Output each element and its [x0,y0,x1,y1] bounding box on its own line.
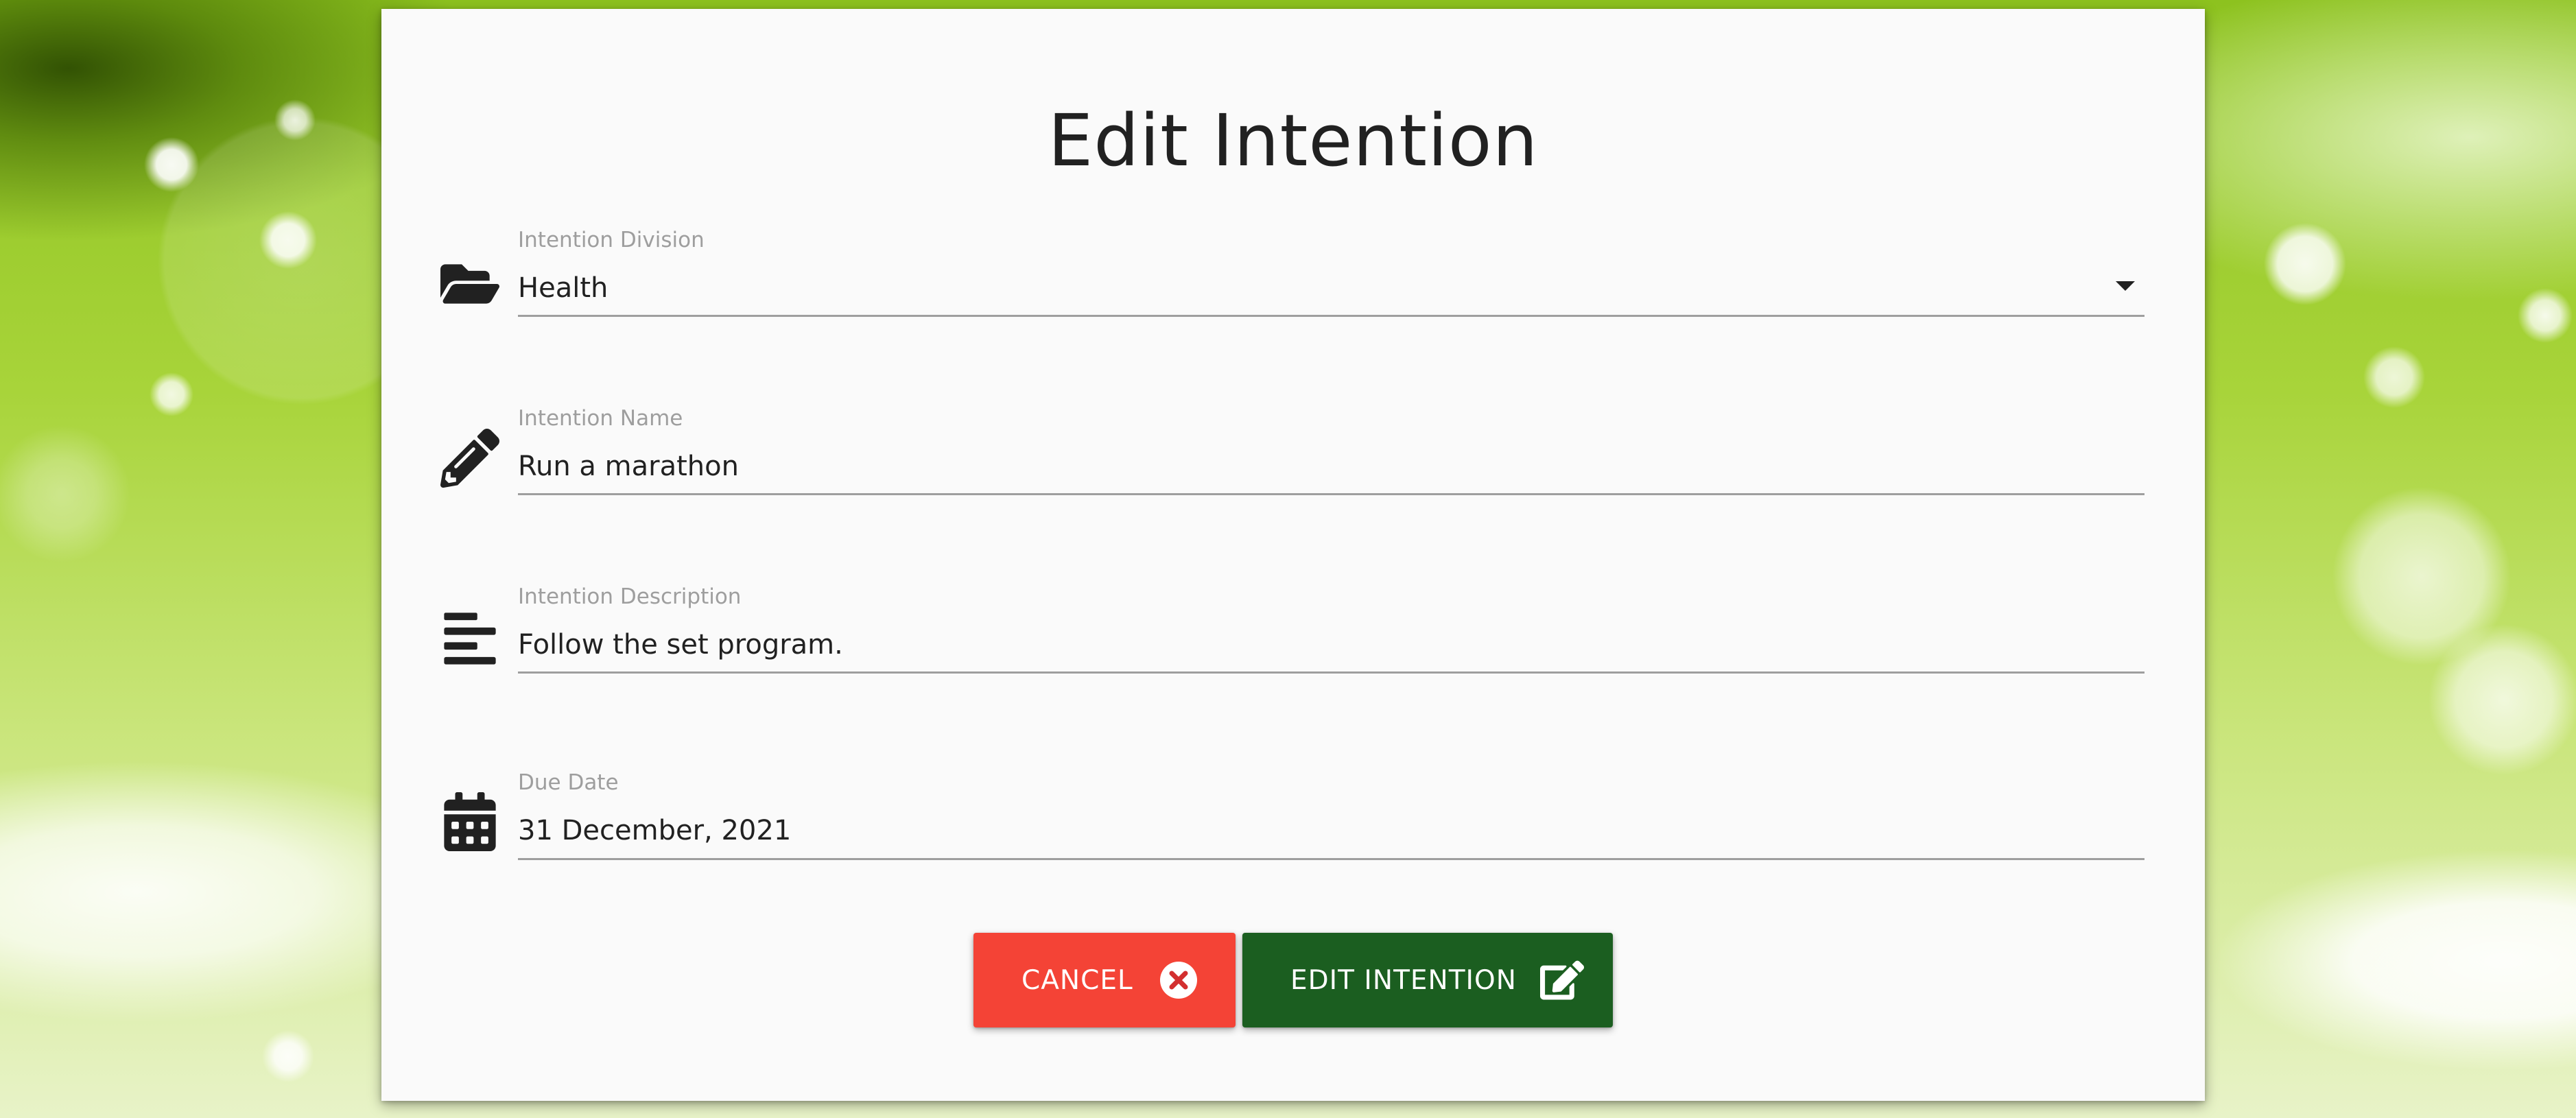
align-left-icon [440,609,499,668]
due-date-input[interactable]: 31 December, 2021 [518,817,791,844]
pencil-icon [440,429,499,488]
division-label: Intention Division [518,228,705,252]
division-select-value[interactable]: Health [518,274,608,302]
cancel-button-label: CANCEL [1021,964,1133,996]
description-input[interactable]: Follow the set program. [518,631,843,658]
description-label: Intention Description [518,584,742,609]
edit-icon [1539,958,1584,1002]
due-date-label: Due Date [518,770,619,795]
calendar-icon [440,792,499,851]
cancel-button[interactable]: CANCEL [973,933,1236,1027]
name-label: Intention Name [518,406,683,431]
times-circle-icon [1157,958,1201,1002]
caret-down-icon[interactable] [2116,281,2135,291]
name-underline [518,493,2144,495]
division-underline [518,315,2144,317]
folder-open-icon [440,254,499,313]
description-underline [518,671,2144,674]
page-title: Edit Intention [1048,99,1539,182]
due-date-underline [518,858,2144,860]
edit-intention-button[interactable]: EDIT INTENTION [1242,933,1613,1027]
edit-intention-card: Edit Intention Intention Division Health… [381,9,2205,1101]
name-input[interactable]: Run a marathon [518,453,739,480]
edit-intention-button-label: EDIT INTENTION [1290,964,1517,996]
